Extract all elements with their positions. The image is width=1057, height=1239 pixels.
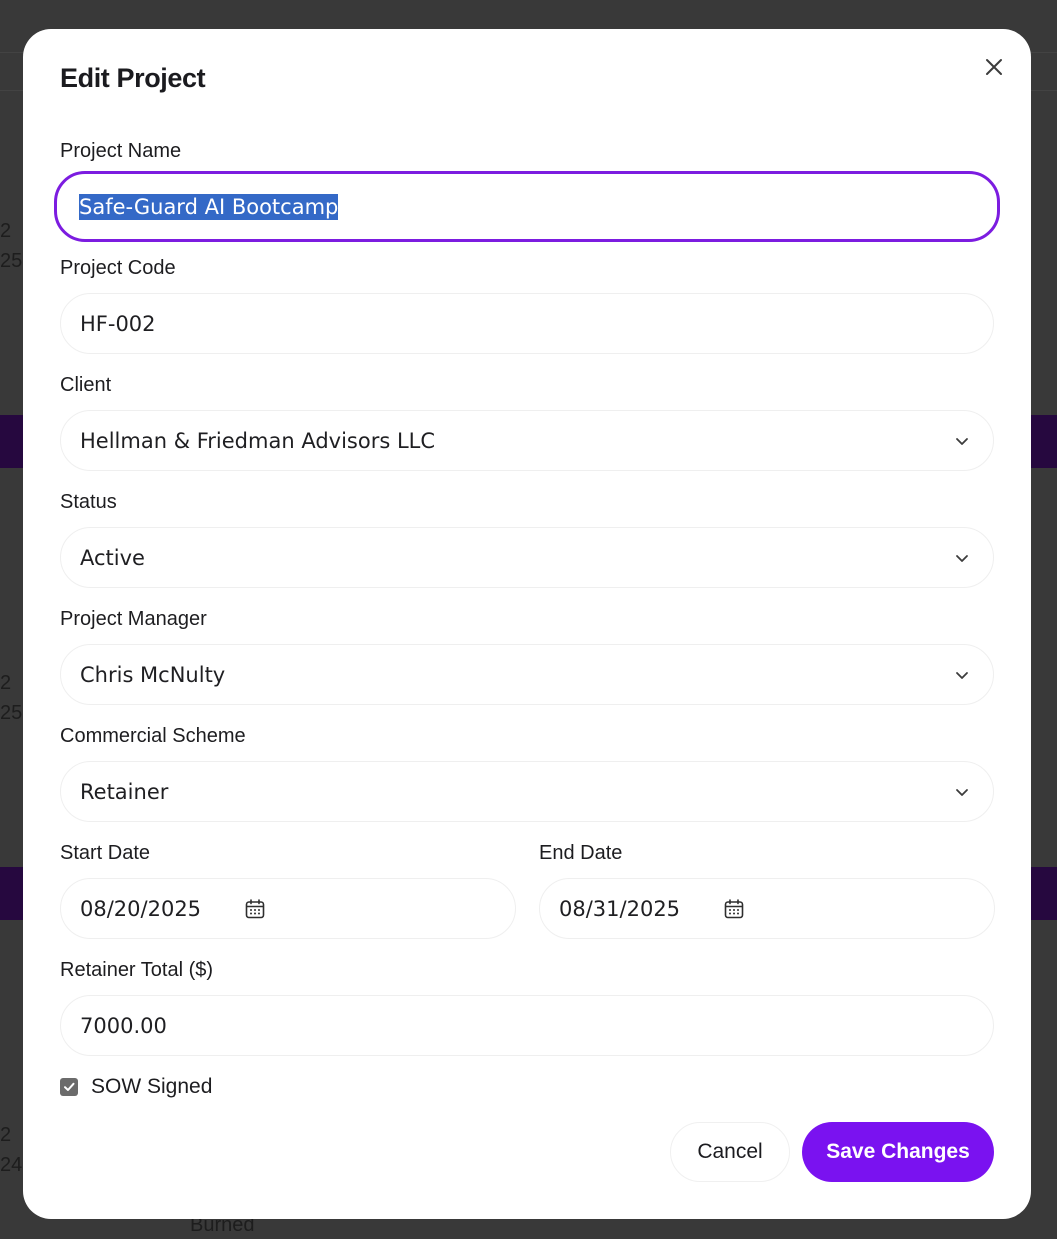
retainer-total-value: 7000.00 xyxy=(80,1013,167,1038)
status-label: Status xyxy=(60,491,117,513)
end-date-label: End Date xyxy=(539,842,623,864)
project-name-field: Project Name Safe-Guard AI Bootcamp xyxy=(54,139,1000,242)
status-value: Active xyxy=(80,545,145,570)
project-name-input[interactable]: Safe-Guard AI Bootcamp xyxy=(54,171,1000,242)
project-code-value: HF-002 xyxy=(80,311,156,336)
retainer-total-label: Retainer Total ($) xyxy=(60,959,214,981)
client-select[interactable]: Hellman & Friedman Advisors LLC xyxy=(60,410,994,471)
end-date-field: End Date 08/31/2025 xyxy=(539,841,995,939)
project-code-label: Project Code xyxy=(60,257,176,279)
project-manager-label: Project Manager xyxy=(60,608,207,630)
project-code-input[interactable]: HF-002 xyxy=(60,293,994,354)
status-field: Status Active xyxy=(60,490,994,588)
commercial-scheme-select[interactable]: Retainer xyxy=(60,761,994,822)
chevron-down-icon xyxy=(956,554,968,562)
bg-text-fragment: 2 xyxy=(0,672,12,694)
bg-text-fragment: 2 xyxy=(0,1124,12,1146)
calendar-icon[interactable] xyxy=(723,898,745,920)
sow-signed-checkbox[interactable] xyxy=(60,1078,78,1096)
close-icon xyxy=(986,59,1002,75)
cancel-button[interactable]: Cancel xyxy=(670,1122,790,1182)
checkmark-icon xyxy=(64,1082,75,1091)
chevron-down-icon xyxy=(956,437,968,445)
project-code-field: Project Code HF-002 xyxy=(60,256,994,354)
end-date-value: 08/31/2025 xyxy=(559,896,681,921)
commercial-scheme-value: Retainer xyxy=(80,779,169,804)
bg-text-fragment: 24 xyxy=(0,1154,23,1176)
bg-text-fragment: 25 xyxy=(0,702,23,724)
calendar-icon[interactable] xyxy=(244,898,266,920)
commercial-scheme-field: Commercial Scheme Retainer xyxy=(60,724,994,822)
project-name-value: Safe-Guard AI Bootcamp xyxy=(79,193,339,220)
project-manager-field: Project Manager Chris McNulty xyxy=(60,607,994,705)
edit-project-modal: Edit Project Project Name Safe-Guard AI … xyxy=(23,29,1031,1219)
end-date-input[interactable]: 08/31/2025 xyxy=(539,878,995,939)
modal-title: Edit Project xyxy=(60,63,206,93)
start-date-label: Start Date xyxy=(60,842,151,864)
bg-text-fragment: 2 xyxy=(0,220,12,242)
status-select[interactable]: Active xyxy=(60,527,994,588)
commercial-scheme-label: Commercial Scheme xyxy=(60,725,246,747)
client-field: Client Hellman & Friedman Advisors LLC xyxy=(60,373,994,471)
chevron-down-icon xyxy=(956,788,968,796)
start-date-input[interactable]: 08/20/2025 xyxy=(60,878,516,939)
retainer-total-field: Retainer Total ($) 7000.00 xyxy=(60,958,994,1056)
sow-signed-label: SOW Signed xyxy=(91,1075,213,1098)
start-date-value: 08/20/2025 xyxy=(80,896,202,921)
client-value: Hellman & Friedman Advisors LLC xyxy=(80,428,436,453)
retainer-total-input[interactable]: 7000.00 xyxy=(60,995,994,1056)
project-name-label: Project Name xyxy=(60,140,182,162)
project-manager-select[interactable]: Chris McNulty xyxy=(60,644,994,705)
save-changes-button[interactable]: Save Changes xyxy=(802,1122,994,1182)
bg-text-fragment: 25 xyxy=(0,250,23,272)
start-date-field: Start Date 08/20/2025 xyxy=(60,841,516,939)
sow-signed-row[interactable]: SOW Signed xyxy=(60,1075,212,1099)
chevron-down-icon xyxy=(956,671,968,679)
project-manager-value: Chris McNulty xyxy=(80,662,226,687)
client-label: Client xyxy=(60,374,112,396)
close-button[interactable] xyxy=(980,53,1008,81)
